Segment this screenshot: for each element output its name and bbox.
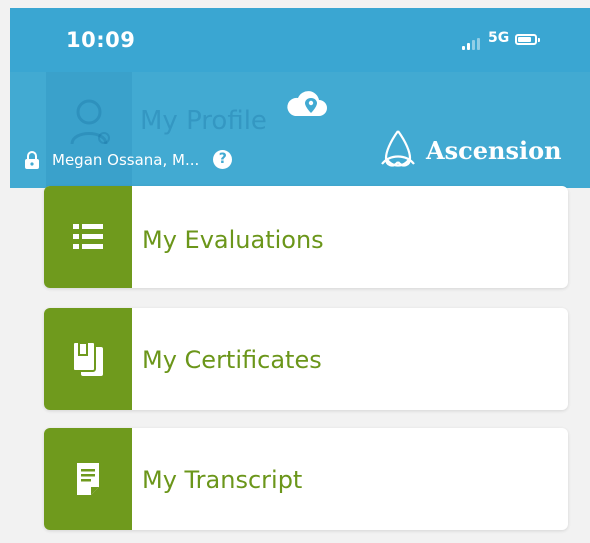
help-icon[interactable]: ? [213, 150, 233, 169]
user-bar: Megan Ossana, M... ? [24, 150, 233, 169]
my-certificates-label: My Certificates [142, 346, 322, 374]
my-evaluations-icon-block [44, 186, 132, 288]
my-transcript-label: My Transcript [142, 466, 303, 494]
brand-name: Ascension [426, 135, 562, 165]
my-evaluations-button[interactable]: My Evaluations [44, 186, 568, 288]
profile-menu-ghost [46, 72, 132, 188]
profile-menu-label: My Profile [140, 106, 267, 136]
profile-icon [70, 99, 110, 145]
battery-icon [515, 34, 540, 45]
user-name[interactable]: Megan Ossana, M... [52, 151, 199, 169]
my-transcript-button[interactable]: My Transcript [44, 428, 568, 530]
my-certificates-icon-block [44, 308, 132, 410]
lock-icon [25, 150, 39, 169]
cellular-signal-icon [462, 38, 484, 50]
ascension-logo-icon [381, 130, 415, 167]
document-icon [77, 463, 99, 495]
app-header: My Profile Megan Ossana, M... ? Ascensio… [10, 72, 590, 188]
ascension-logo: Ascension [378, 128, 562, 172]
status-time: 10:09 [66, 28, 136, 52]
network-type: 5G [488, 30, 510, 46]
my-certificates-button[interactable]: My Certificates [44, 308, 568, 410]
list-icon [73, 224, 103, 249]
certificate-icon [72, 341, 103, 376]
my-evaluations-label: My Evaluations [142, 226, 324, 254]
my-transcript-icon-block [44, 428, 132, 530]
status-bar: 10:09 5G [10, 8, 590, 72]
cloud-sync-icon[interactable] [285, 90, 329, 120]
